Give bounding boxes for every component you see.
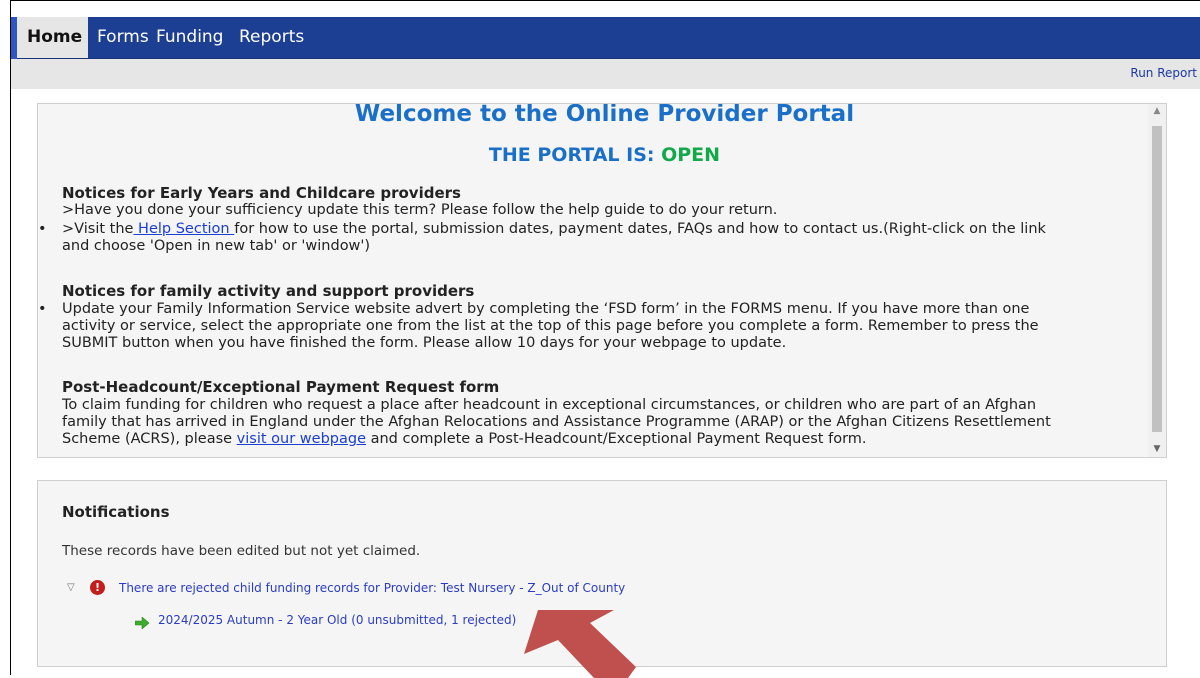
notice-text: Update your Family Information Service w… [62, 301, 1030, 317]
notice-text-part: and complete a Post-Headcount/Exceptiona… [366, 431, 867, 447]
collapse-toggle-icon[interactable]: ▽ [67, 582, 75, 593]
notice-text: Scheme (ACRS), please visit our webpage … [62, 431, 867, 448]
notice-text: and choose 'Open in new tab' or 'window'… [62, 238, 371, 254]
section-heading-early-years: Notices for Early Years and Childcare pr… [62, 184, 461, 202]
scroll-down-icon[interactable]: ▼ [1148, 444, 1166, 454]
notifications-description: These records have been edited but not y… [62, 543, 421, 559]
notice-text: activity or service, select the appropri… [62, 318, 1039, 334]
sub-toolbar [11, 59, 1200, 89]
visit-webpage-link[interactable]: visit our webpage [237, 431, 366, 447]
scroll-up-icon[interactable]: ▲ [1148, 106, 1166, 116]
notice-text-part: Scheme (ACRS), please [62, 431, 237, 447]
section-heading-post-headcount: Post-Headcount/Exceptional Payment Reque… [62, 378, 500, 396]
portal-status: THE PORTAL IS: OPEN [62, 144, 1147, 166]
portal-status-label: THE PORTAL IS: [488, 144, 662, 166]
bullet-icon: • [38, 301, 47, 317]
notice-text: >Visit the Help Section for how to use t… [62, 221, 1046, 238]
notifications-title: Notifications [62, 503, 170, 521]
bullet-icon: • [38, 221, 47, 237]
notice-text-part: for how to use the portal, submission da… [234, 221, 1046, 237]
notice-text: family that has arrived in England under… [62, 414, 1051, 430]
rejected-records-link[interactable]: There are rejected child funding records… [119, 581, 625, 595]
notice-text: SUBMIT button when you have finished the… [62, 335, 787, 351]
funding-record-link[interactable]: 2024/2025 Autumn - 2 Year Old (0 unsubmi… [158, 613, 516, 627]
nav-forms[interactable]: Forms [97, 17, 149, 58]
scroll-thumb[interactable] [1152, 126, 1162, 432]
welcome-panel: Welcome to the Online Provider Portal TH… [37, 103, 1167, 458]
portal-status-value: OPEN [661, 144, 721, 166]
notice-text: >Have you done your sufficiency update t… [62, 202, 778, 218]
notice-text-part: >Visit the [62, 221, 134, 237]
help-section-link[interactable]: Help Section [133, 221, 234, 237]
notice-text: To claim funding for children who reques… [62, 397, 1037, 413]
red-pointer-arrow-icon [524, 610, 636, 678]
section-heading-family: Notices for family activity and support … [62, 282, 475, 300]
welcome-title: Welcome to the Online Provider Portal [354, 103, 855, 127]
nav-home[interactable]: Home [17, 17, 88, 58]
nav-reports[interactable]: Reports [239, 17, 304, 58]
vertical-scrollbar[interactable]: ▲ ▼ [1148, 104, 1166, 457]
green-arrow-icon [135, 617, 149, 629]
error-icon: ! [90, 580, 105, 595]
run-report-link[interactable]: Run Report [1130, 66, 1197, 80]
nav-funding[interactable]: Funding [156, 17, 223, 58]
